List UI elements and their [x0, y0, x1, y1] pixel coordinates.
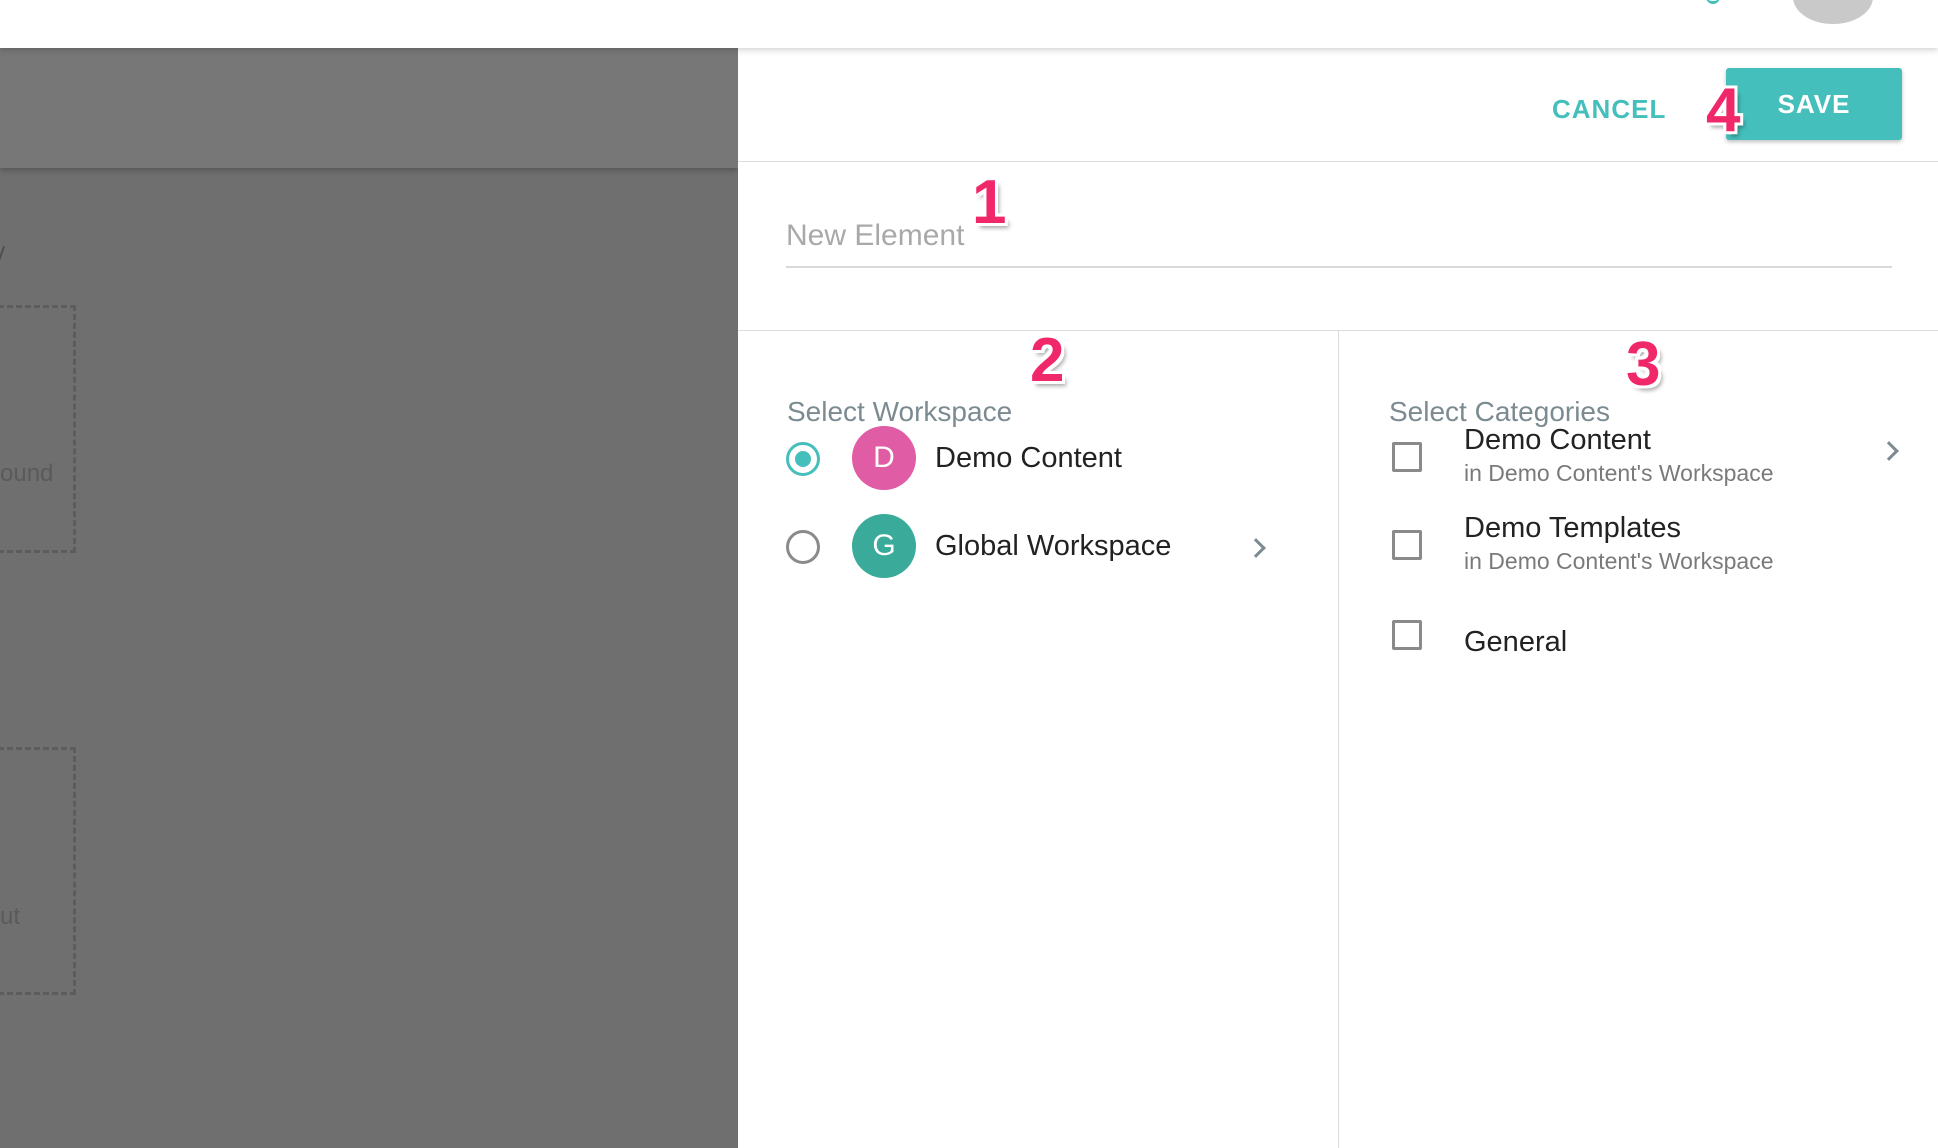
- workspace-avatar: D: [852, 426, 916, 490]
- checkbox[interactable]: [1392, 530, 1422, 560]
- background-overlay[interactable]: ound ut: [0, 48, 738, 1148]
- element-name-input[interactable]: [786, 208, 1892, 264]
- checkbox[interactable]: [1392, 442, 1422, 472]
- step-marker-4: 4: [1706, 76, 1741, 145]
- cancel-button[interactable]: CANCEL: [1538, 84, 1680, 134]
- new-element-drawer: CANCEL SAVE Select Workspace D Demo Cont…: [738, 48, 1938, 1148]
- chevron-right-icon[interactable]: [1246, 538, 1266, 558]
- workspace-option-demo-content[interactable]: D Demo Content: [786, 422, 1286, 492]
- category-label: Demo Templates: [1464, 512, 1682, 544]
- workspace-label: Demo Content: [935, 442, 1122, 474]
- workspace-option-global-workspace[interactable]: G Global Workspace: [786, 510, 1286, 580]
- radio-button[interactable]: [786, 530, 820, 564]
- workspace-avatar: G: [852, 514, 916, 578]
- background-dropzone: [0, 747, 76, 995]
- step-marker-2: 2: [1030, 326, 1065, 395]
- app-bar-icon[interactable]: [1706, 0, 1720, 4]
- chevron-right-icon[interactable]: [1879, 441, 1899, 461]
- category-label: Demo Content: [1464, 424, 1651, 456]
- background-dropzone-label: ut: [0, 903, 21, 930]
- divider: [1338, 330, 1339, 1148]
- background-mark: [0, 245, 7, 265]
- category-option-demo-templates[interactable]: Demo Templates in Demo Content's Workspa…: [1392, 502, 1912, 582]
- save-button[interactable]: SAVE: [1726, 68, 1902, 140]
- workspace-label: Global Workspace: [935, 530, 1172, 562]
- category-subtitle: in Demo Content's Workspace: [1464, 548, 1774, 574]
- radio-button[interactable]: [786, 442, 820, 476]
- step-marker-1: 1: [972, 168, 1007, 237]
- category-option-general[interactable]: General: [1392, 590, 1912, 670]
- drawer-toolbar: CANCEL SAVE: [738, 48, 1938, 162]
- step-marker-3: 3: [1626, 330, 1661, 399]
- background-header: [0, 48, 738, 168]
- checkbox[interactable]: [1392, 620, 1422, 650]
- category-label: General: [1464, 626, 1568, 658]
- category-subtitle: in Demo Content's Workspace: [1464, 460, 1774, 486]
- user-avatar[interactable]: [1793, 0, 1873, 24]
- element-name-field: [786, 208, 1892, 268]
- background-dropzone: [0, 305, 76, 553]
- background-dropzone-label: ound: [0, 460, 54, 487]
- top-app-bar: [0, 0, 1938, 48]
- category-option-demo-content[interactable]: Demo Content in Demo Content's Workspace: [1392, 414, 1912, 494]
